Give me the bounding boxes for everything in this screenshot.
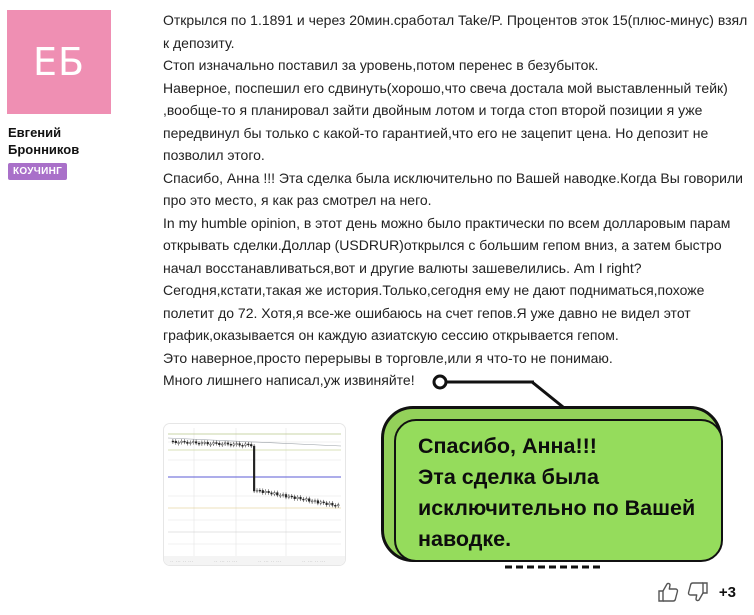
post-body: Открылся по 1.1891 и через 20мин.сработа… (163, 9, 748, 392)
svg-text:·· ··· ·· ···: ·· ··· ·· ··· (302, 559, 326, 563)
chart-thumbnail-image: ·· ··· ·· ··· ·· ··· ·· ··· ·· ··· ·· ··… (164, 424, 345, 565)
svg-text:·· ··· ·· ···: ·· ··· ·· ··· (170, 559, 194, 563)
callout-line: исключительно по Вашей (418, 496, 696, 520)
svg-text:·· ··· ·· ···: ·· ··· ·· ··· (214, 559, 238, 563)
post-paragraph: Открылся по 1.1891 и через 20мин.сработа… (163, 12, 748, 51)
post-paragraph: Стоп изначально поставил за уровень,пото… (163, 57, 599, 73)
post-paragraph: Наверное, поспешил его сдвинуть(хорошо,ч… (163, 79, 728, 164)
callout-line: наводке. (418, 527, 512, 551)
avatar[interactable]: ЕБ (7, 10, 111, 114)
avatar-initials: ЕБ (32, 40, 86, 84)
callout-panel: Спасибо, Анна!!! Эта сделка была исключи… (394, 419, 723, 562)
role-badge: КОУЧИНГ (8, 163, 68, 180)
svg-text:·· ··· ·· ···: ·· ··· ·· ··· (258, 559, 282, 563)
post-paragraph: Сегодня,кстати,такая же история.Только,с… (163, 282, 705, 343)
chart-thumbnail[interactable]: ·· ··· ·· ··· ·· ··· ·· ··· ·· ··· ·· ··… (164, 424, 345, 565)
thumbs-down-icon[interactable] (687, 582, 709, 602)
post-paragraph: Это наверное,просто перерывы в торговле,… (163, 349, 613, 366)
callout-line: Эта сделка была (418, 465, 599, 489)
callout-line: Спасибо, Анна!!! (418, 434, 597, 458)
vote-bar: +3 (657, 582, 736, 602)
post-paragraph: Много лишнего написал,уж извиняйте! (163, 372, 415, 388)
thumbs-up-icon[interactable] (657, 582, 679, 602)
post-paragraph: Спасибо, Анна !!! Эта сделка была исключ… (163, 169, 743, 209)
author-name[interactable]: Евгений Бронников (8, 124, 118, 158)
vote-score: +3 (718, 583, 736, 601)
post-paragraph: In my humble opinion, в этот день можно … (163, 214, 731, 276)
